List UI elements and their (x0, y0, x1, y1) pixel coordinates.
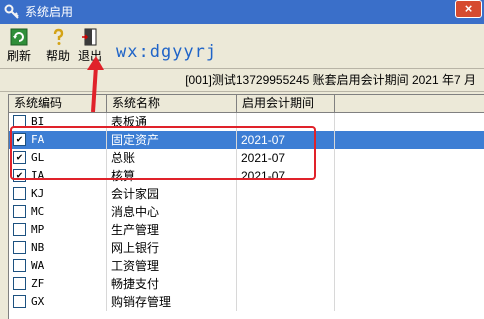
title-bar: 系统启用 × (0, 0, 484, 25)
cell-enable-period (237, 203, 335, 221)
enable-checkbox[interactable] (13, 240, 26, 254)
enable-checkbox[interactable] (13, 186, 26, 200)
close-button[interactable]: × (455, 0, 482, 18)
cell-blank (335, 221, 484, 239)
system-code-text: FA (31, 133, 45, 146)
toolbar: 刷新 帮助 退出 wx:dgyyrj (0, 24, 484, 69)
cell-blank (335, 185, 484, 203)
table-row[interactable]: ✔ FA 固定资产 2021-07 (9, 131, 484, 149)
table-row[interactable]: ZF 畅捷支付 (9, 275, 484, 293)
system-code-text: GL (31, 151, 45, 164)
cell-enable-period (237, 275, 335, 293)
account-period-info: [001]测试13729955245 账套启用会计期间 2021 年7 月 (185, 73, 476, 87)
cell-system-code: WA (9, 257, 107, 275)
cell-system-code: ZF (9, 275, 107, 293)
cell-system-name: 核算 (107, 167, 237, 185)
system-code-text: ZF (31, 277, 45, 290)
cell-system-name: 总账 (107, 149, 237, 167)
key-icon (4, 4, 19, 19)
cell-system-code: ✔ FA (9, 131, 107, 149)
table-row[interactable]: ✔ IA 核算 2021-07 (9, 167, 484, 185)
exit-door-icon (82, 28, 97, 46)
cell-blank (335, 167, 484, 185)
cell-system-code: GX (9, 293, 107, 311)
enable-checkbox[interactable] (13, 114, 26, 128)
table-row[interactable]: ✔ GL 总账 2021-07 (9, 149, 484, 167)
header-system-name[interactable]: 系统名称 (107, 95, 237, 113)
annotation-arrow (87, 56, 104, 113)
cell-system-name: 网上银行 (107, 239, 237, 257)
table-row[interactable]: NB 网上银行 (9, 239, 484, 257)
cell-system-name: 生产管理 (107, 221, 237, 239)
system-code-text: WA (31, 259, 45, 272)
refresh-label: 刷新 (6, 49, 31, 63)
table-row[interactable]: MP 生产管理 (9, 221, 484, 239)
cell-blank (335, 257, 484, 275)
cell-system-code: NB (9, 239, 107, 257)
refresh-button[interactable]: 刷新 (5, 28, 33, 66)
cell-enable-period (237, 221, 335, 239)
cell-system-code: MC (9, 203, 107, 221)
header-blank (335, 95, 484, 113)
system-code-text: NB (31, 241, 45, 254)
cell-system-name: 工资管理 (107, 257, 237, 275)
cell-system-code: KJ (9, 185, 107, 203)
cell-system-code: MP (9, 221, 107, 239)
enable-checkbox[interactable] (13, 258, 26, 272)
system-code-text: BI (31, 115, 45, 128)
table-row[interactable]: WA 工资管理 (9, 257, 484, 275)
cell-system-name: 固定资产 (107, 131, 237, 149)
cell-enable-period (237, 293, 335, 311)
cell-enable-period: 2021-07 (237, 167, 335, 185)
table-row[interactable]: MC 消息中心 (9, 203, 484, 221)
help-label: 帮助 (45, 49, 70, 63)
enable-checkbox[interactable] (13, 204, 26, 218)
cell-system-code: ✔ IA (9, 167, 107, 185)
enable-checkbox[interactable] (13, 276, 26, 290)
cell-system-name: 会计家园 (107, 185, 237, 203)
refresh-icon (10, 28, 28, 46)
info-bar: [001]测试13729955245 账套启用会计期间 2021 年7 月 (0, 69, 484, 92)
window-title: 系统启用 (25, 5, 74, 19)
cell-system-code: ✔ GL (9, 149, 107, 167)
system-code-text: KJ (31, 187, 45, 200)
system-code-text: IA (31, 169, 45, 182)
help-icon (53, 28, 64, 45)
enable-checkbox[interactable] (13, 222, 26, 236)
cell-enable-period (237, 185, 335, 203)
table-row[interactable]: BI 表板通 (9, 113, 484, 131)
system-code-text: MP (31, 223, 45, 236)
enable-checkbox[interactable] (13, 294, 26, 308)
cell-system-name: 畅捷支付 (107, 275, 237, 293)
system-code-text: MC (31, 205, 45, 218)
enable-checkbox[interactable]: ✔ (13, 168, 26, 182)
enable-checkbox[interactable]: ✔ (13, 150, 26, 164)
cell-blank (335, 131, 484, 149)
table-row[interactable]: GX 购销存管理 (9, 293, 484, 311)
enable-checkbox[interactable]: ✔ (13, 132, 26, 146)
help-button[interactable]: 帮助 (43, 28, 73, 66)
cell-enable-period (237, 239, 335, 257)
cell-enable-period: 2021-07 (237, 131, 335, 149)
close-icon: × (464, 1, 473, 16)
header-enable-period[interactable]: 启用会计期间 (237, 95, 335, 113)
cell-blank (335, 293, 484, 311)
system-table: 系统编码 系统名称 启用会计期间 BI 表板通 ✔ FA 固定资产 2021-07 ✔ GL 总… (8, 94, 484, 319)
cell-blank (335, 203, 484, 221)
cell-enable-period (237, 113, 335, 131)
cell-system-name: 表板通 (107, 113, 237, 131)
cell-system-name: 消息中心 (107, 203, 237, 221)
cell-blank (335, 149, 484, 167)
watermark-text: wx:dgyyrj (116, 42, 218, 62)
cell-blank (335, 275, 484, 293)
cell-system-code: BI (9, 113, 107, 131)
cell-blank (335, 239, 484, 257)
cell-blank (335, 113, 484, 131)
cell-enable-period: 2021-07 (237, 149, 335, 167)
cell-enable-period (237, 257, 335, 275)
cell-system-name: 购销存管理 (107, 293, 237, 311)
system-code-text: GX (31, 295, 45, 308)
table-row[interactable]: KJ 会计家园 (9, 185, 484, 203)
